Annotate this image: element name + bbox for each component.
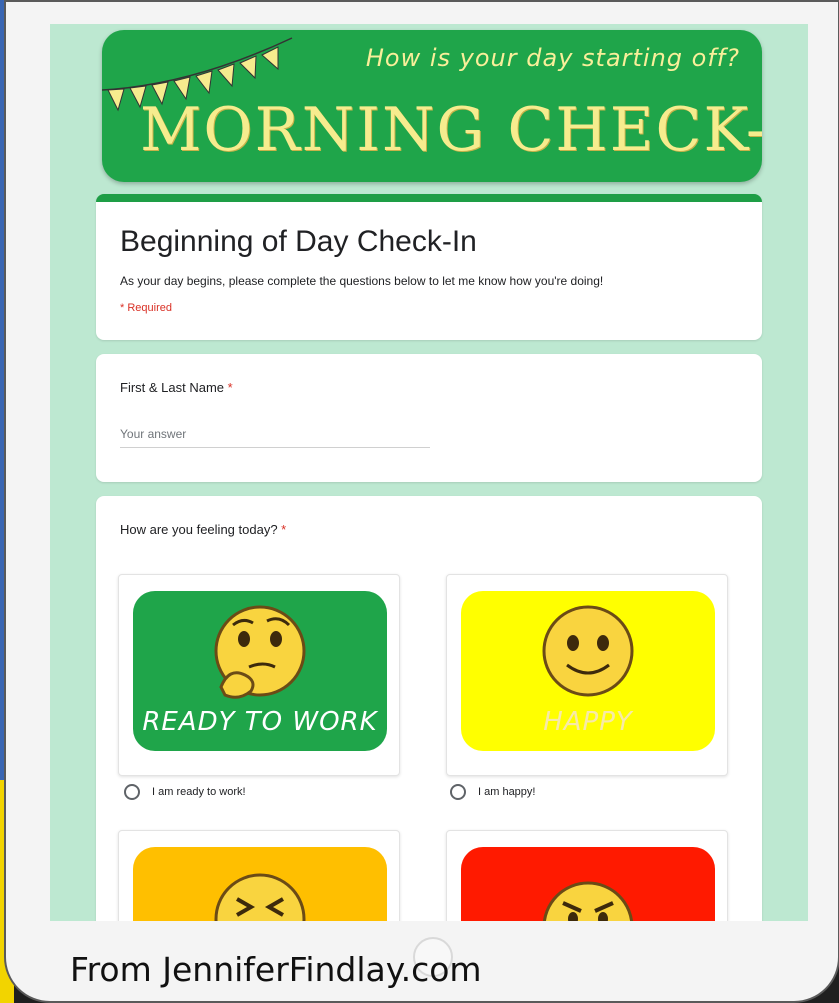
form-title: Beginning of Day Check-In bbox=[120, 225, 477, 258]
feeling-question-text: How are you feeling today? bbox=[120, 522, 278, 537]
banner-subtitle: How is your day starting off? bbox=[365, 44, 740, 72]
required-star: * bbox=[227, 380, 233, 395]
feeling-question-card: How are you feeling today? * READY TO WO… bbox=[96, 496, 762, 921]
option-ready[interactable]: I am ready to work! bbox=[124, 784, 246, 800]
option-image-ready[interactable]: READY TO WORK bbox=[118, 574, 400, 776]
name-question-card: First & Last Name * Your answer bbox=[96, 354, 762, 482]
angry-face-icon bbox=[542, 881, 634, 921]
happy-image-text: HAPPY bbox=[543, 707, 633, 737]
header-banner: How is your day starting off? MORNING CH… bbox=[102, 30, 762, 182]
name-question-label: First & Last Name * bbox=[120, 380, 738, 395]
feeling-question-label: How are you feeling today? * bbox=[120, 522, 738, 537]
radio-happy[interactable] bbox=[450, 784, 466, 800]
option-image-tired[interactable] bbox=[118, 830, 400, 921]
ready-image-text: READY TO WORK bbox=[142, 707, 378, 737]
option-image-happy[interactable]: HAPPY bbox=[446, 574, 728, 776]
form-screen: How is your day starting off? MORNING CH… bbox=[50, 24, 808, 921]
form-description: As your day begins, please complete the … bbox=[120, 274, 604, 288]
form-header-card: Beginning of Day Check-In As your day be… bbox=[96, 194, 762, 340]
angry-image bbox=[461, 847, 715, 921]
tablet-frame: How is your day starting off? MORNING CH… bbox=[4, 0, 839, 1003]
radio-ready[interactable] bbox=[124, 784, 140, 800]
option-happy[interactable]: I am happy! bbox=[450, 784, 535, 800]
ready-image: READY TO WORK bbox=[133, 591, 387, 751]
tired-image bbox=[133, 847, 387, 921]
required-note: * Required bbox=[120, 302, 172, 314]
required-star: * bbox=[281, 522, 287, 537]
option-happy-label: I am happy! bbox=[478, 786, 536, 798]
banner-title: MORNING CHECK-IN bbox=[140, 95, 762, 165]
name-question-text: First & Last Name bbox=[120, 380, 225, 395]
name-answer-input[interactable]: Your answer bbox=[120, 427, 430, 448]
tired-face-icon bbox=[214, 873, 306, 921]
option-image-angry[interactable] bbox=[446, 830, 728, 921]
option-ready-label: I am ready to work! bbox=[152, 786, 246, 798]
happy-image: HAPPY bbox=[461, 591, 715, 751]
credit-caption: From JenniferFindlay.com bbox=[70, 950, 482, 989]
